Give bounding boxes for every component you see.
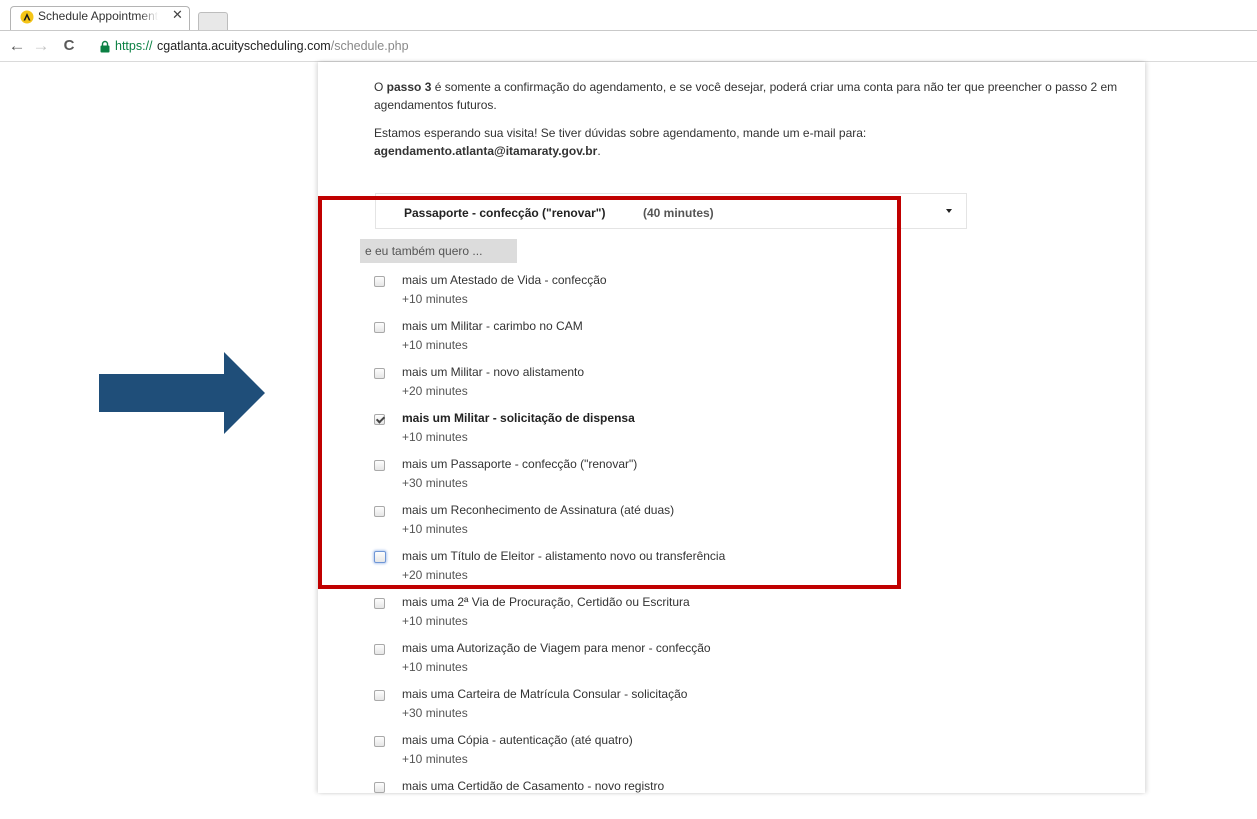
addon-label[interactable]: mais um Militar - carimbo no CAM (402, 319, 583, 333)
addon-label[interactable]: mais um Militar - novo alistamento (402, 365, 584, 379)
addon-duration: +10 minutes (402, 430, 468, 444)
addon-checkbox[interactable] (374, 460, 385, 471)
back-arrow-icon[interactable]: ← (8, 37, 26, 55)
addon-duration: +10 minutes (402, 660, 468, 674)
addon-item[interactable]: mais um Militar - carimbo no CAM +10 minu… (374, 319, 974, 359)
intro-paragraph-step3: O passo 3 é somente a confirmação do age… (374, 80, 1118, 112)
addon-checkbox[interactable] (374, 368, 385, 379)
address-bar[interactable]: https:// cgatlanta.acuityscheduling.com/… (95, 37, 1245, 57)
tab-close-icon[interactable]: ✕ (172, 8, 183, 22)
addon-checkbox[interactable] (374, 644, 385, 655)
addon-label[interactable]: mais uma Cópia - autenticação (até quatr… (402, 733, 633, 747)
addon-label[interactable]: mais uma Autorização de Viagem para meno… (402, 641, 711, 655)
addon-duration: +10 minutes (402, 522, 468, 536)
addon-checkbox[interactable] (374, 736, 385, 747)
addon-item[interactable]: mais um Militar - novo alistamento +20 mi… (374, 365, 974, 405)
addon-item[interactable]: mais um Título de Eleitor - alistamento … (374, 549, 974, 589)
addon-checkbox[interactable] (374, 414, 385, 425)
addon-item[interactable]: mais um Passaporte - confecção ("renovar… (374, 457, 974, 497)
addon-checkbox[interactable] (374, 276, 385, 287)
addon-item[interactable]: mais um Reconhecimento de Assinatura (at… (374, 503, 974, 543)
new-tab-button[interactable] (198, 12, 228, 30)
addon-label[interactable]: mais uma Certidão de Casamento - novo re… (402, 779, 664, 793)
tab-title: Schedule Appointment with (38, 9, 158, 23)
addon-checkbox[interactable] (374, 598, 385, 609)
service-name: Passaporte - confecção ("renovar") (404, 206, 606, 220)
caret-down-icon (946, 209, 952, 213)
addon-item[interactable]: mais uma Autorização de Viagem para meno… (374, 641, 974, 681)
addon-checkbox[interactable] (374, 506, 385, 517)
url-host: cgatlanta.acuityscheduling.com (157, 39, 331, 53)
addon-item[interactable]: mais uma Carteira de Matrícula Consular … (374, 687, 974, 727)
addon-label[interactable]: mais um Reconhecimento de Assinatura (at… (402, 503, 674, 517)
addon-checkbox[interactable] (374, 551, 386, 563)
addon-item[interactable]: mais um Militar - solicitação de dispens… (374, 411, 974, 451)
url-path: /schedule.php (330, 39, 409, 53)
addon-duration: +10 minutes (402, 614, 468, 628)
addon-label[interactable]: mais uma 2ª Via de Procuração, Certidão … (402, 595, 690, 609)
addon-label[interactable]: mais um Título de Eleitor - alistamento … (402, 549, 725, 563)
addons-header: e eu também quero ... (360, 239, 517, 263)
addon-duration: +30 minutes (402, 476, 468, 490)
addon-label[interactable]: mais um Militar - solicitação de dispens… (402, 411, 635, 425)
addon-label[interactable]: mais um Passaporte - confecção ("renovar… (402, 457, 637, 471)
addon-checkbox[interactable] (374, 322, 385, 333)
intro-paragraph-contact: Estamos esperando sua visita! Se tiver d… (374, 126, 867, 158)
service-duration: (40 minutes) (643, 206, 714, 220)
url-text: cgatlanta.acuityscheduling.com/schedule.… (157, 39, 409, 53)
acuity-favicon-icon (20, 10, 34, 24)
forward-arrow-icon[interactable]: → (32, 37, 50, 55)
addon-label[interactable]: mais uma Carteira de Matrícula Consular … (402, 687, 687, 701)
right-arrow-icon (99, 352, 265, 434)
service-select[interactable]: Passaporte - confecção ("renovar") (40 m… (375, 193, 967, 229)
url-scheme: https:// (115, 39, 153, 53)
step3-bold: passo 3 (386, 80, 432, 94)
addon-item[interactable]: mais um Atestado de Vida - confecção +10 … (374, 273, 974, 313)
addon-duration: +10 minutes (402, 292, 468, 306)
addon-duration: +20 minutes (402, 568, 468, 582)
intro-text: O passo 3 é somente a confirmação do age… (374, 78, 1119, 170)
addon-duration: +20 minutes (402, 384, 468, 398)
addon-duration: +10 minutes (402, 338, 468, 352)
addon-duration: +10 minutes (402, 752, 468, 766)
lock-icon (100, 40, 110, 53)
addon-checkbox[interactable] (374, 690, 385, 701)
contact-email: agendamento.atlanta@itamaraty.gov.br (374, 144, 598, 158)
addon-checkbox[interactable] (374, 782, 385, 793)
addon-item[interactable]: mais uma Cópia - autenticação (até quatr… (374, 733, 974, 773)
addon-label[interactable]: mais um Atestado de Vida - confecção (402, 273, 607, 287)
browser-tabstrip: Schedule Appointment with ✕ (0, 0, 1257, 31)
addon-item[interactable]: mais uma 2ª Via de Procuração, Certidão … (374, 595, 974, 635)
browser-toolbar: ← → C https:// cgatlanta.acuityschedulin… (0, 31, 1257, 62)
reload-icon[interactable]: C (60, 37, 78, 55)
addon-item[interactable]: mais uma Certidão de Casamento - novo re… (374, 779, 974, 819)
addon-duration: +30 minutes (402, 706, 468, 720)
